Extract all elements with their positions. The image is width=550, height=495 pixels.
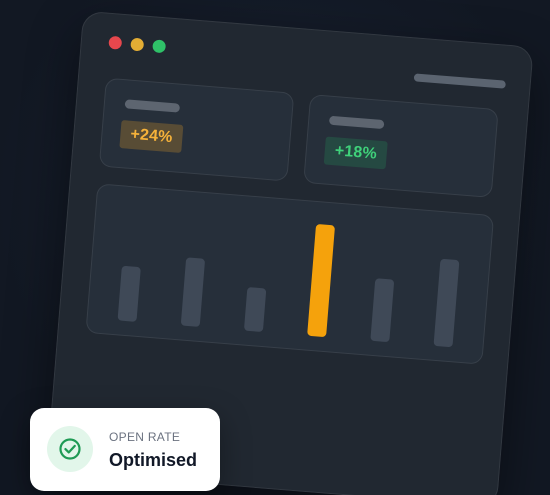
status-label: OPEN RATE [109, 430, 181, 444]
stat-badge-increase: +24% [119, 120, 184, 153]
chart-bar [181, 257, 205, 327]
stat-card-open-rate: +24% [98, 77, 295, 182]
open-rate-status-card: OPEN RATE Optimised [30, 408, 220, 491]
maximize-window-button[interactable] [152, 39, 167, 54]
highlight-bar [307, 224, 335, 337]
window-traffic-lights [108, 35, 167, 54]
chart-bar [244, 287, 267, 332]
stat-card-placeholder-line [328, 115, 385, 130]
status-value: Optimised [109, 450, 198, 470]
header-placeholder-bar [413, 73, 506, 89]
check-circle-icon [59, 438, 81, 460]
bar-chart [117, 224, 460, 348]
stat-card-click-rate: +18% [303, 94, 499, 198]
chart-bar [117, 265, 141, 322]
close-window-button[interactable] [108, 35, 123, 50]
chart-bar [433, 259, 460, 348]
status-icon-badge [47, 426, 93, 472]
chart-bar [370, 278, 394, 342]
stat-card-placeholder-line [124, 99, 181, 113]
minimize-window-button[interactable] [130, 37, 145, 52]
stage: +24% +18% OPEN RATE Optimised [0, 0, 550, 495]
stat-badge-increase: +18% [323, 136, 388, 170]
bar-chart-panel [85, 183, 495, 365]
